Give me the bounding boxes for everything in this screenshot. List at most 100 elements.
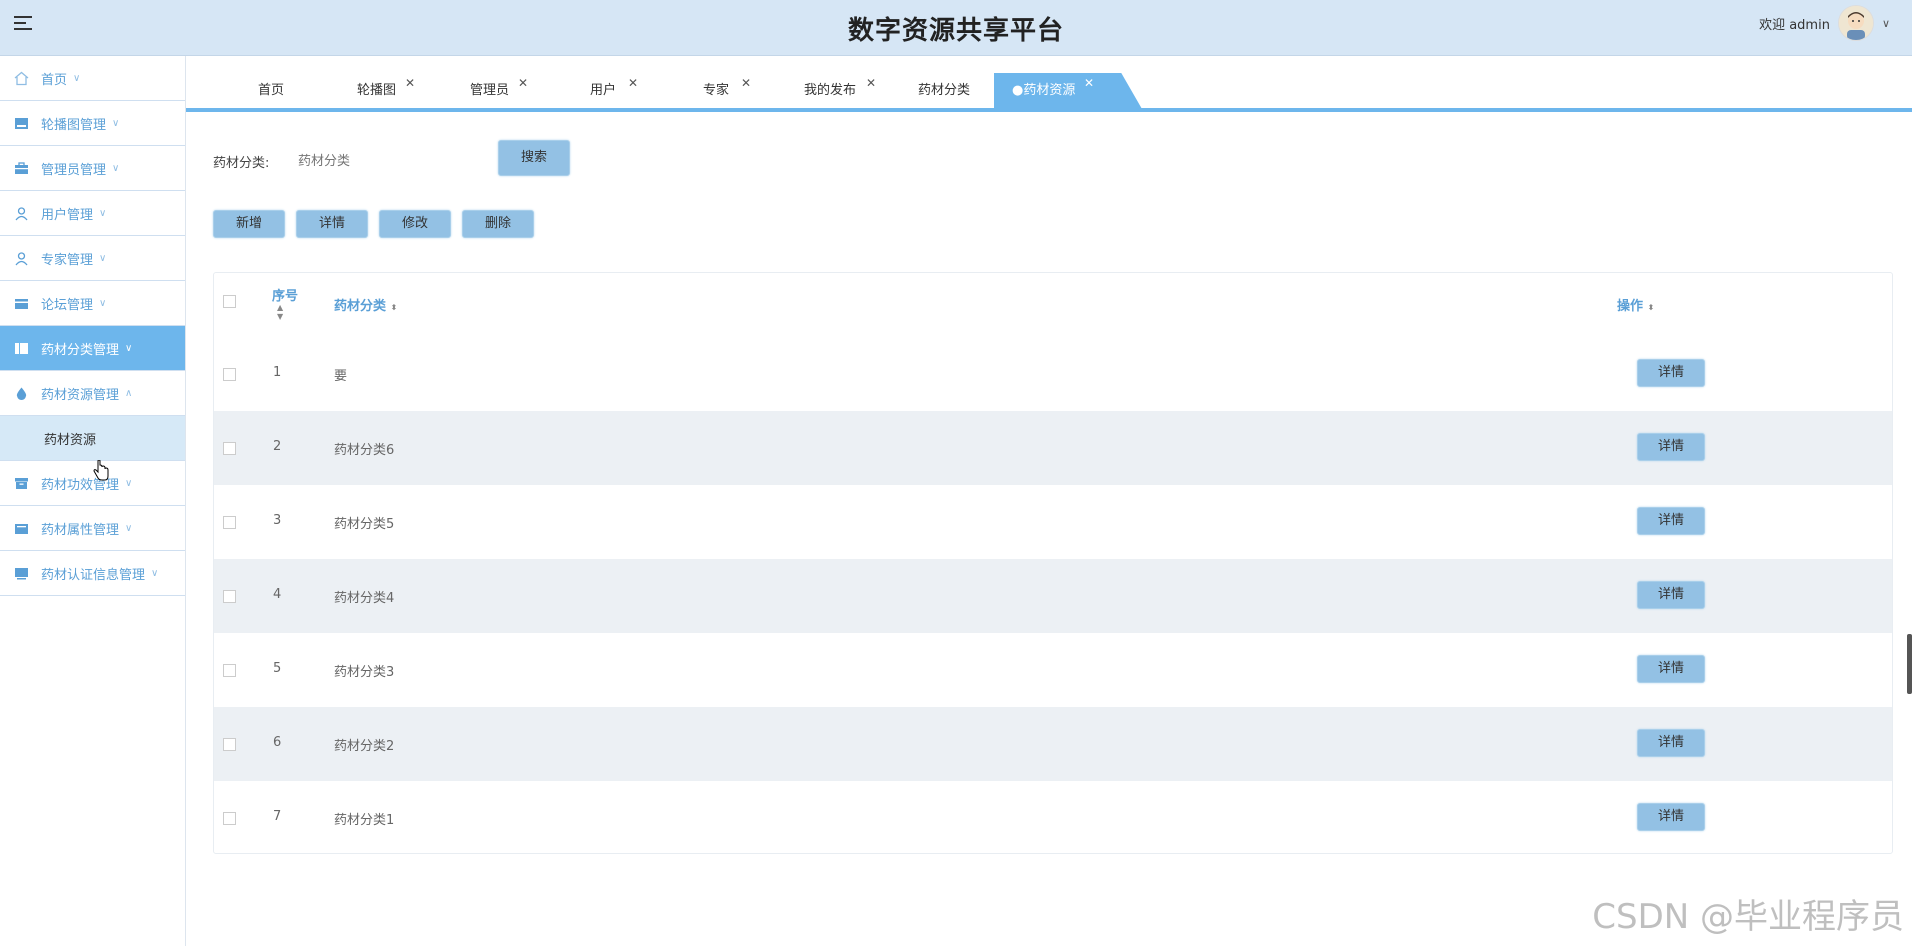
header-index[interactable]: 序号 xyxy=(272,285,298,304)
chevron-down-icon: ∨ xyxy=(151,567,159,579)
header-index-label: 序号 xyxy=(272,289,299,304)
app-title: 数字资源共享平台 xyxy=(847,16,1064,46)
table-header: 序号 ▲ ▼ 药材分类 ⬍ 操作 ⬍ xyxy=(214,273,1892,337)
scrollbar[interactable] xyxy=(1907,634,1912,694)
tab-experts[interactable]: 专家 ✕ xyxy=(703,73,751,109)
sidebar-subitem-label: 药材资源 xyxy=(44,432,97,448)
drop-icon xyxy=(14,386,29,401)
pointer-cursor-icon xyxy=(93,459,109,486)
table-row: 5 药材分类3 详情 xyxy=(214,633,1892,707)
cell-index: 7 xyxy=(273,809,282,824)
sidebar-item-label: 专家管理 xyxy=(41,252,94,268)
row-checkbox[interactable] xyxy=(223,664,236,677)
sidebar-item-admins[interactable]: 管理员管理 ∨ xyxy=(0,146,185,191)
delete-button[interactable]: 删除 xyxy=(462,210,534,238)
chevron-down-icon: ∨ xyxy=(125,477,133,489)
close-icon[interactable]: ✕ xyxy=(518,65,528,101)
tab-my-posts[interactable]: 我的发布 ✕ xyxy=(804,73,876,109)
search-input[interactable] xyxy=(296,144,480,178)
search-button[interactable]: 搜索 xyxy=(498,140,570,176)
row-detail-button[interactable]: 详情 xyxy=(1637,433,1705,461)
detail-button[interactable]: 详情 xyxy=(296,210,368,238)
cell-category: 药材分类6 xyxy=(334,443,395,458)
row-detail-button[interactable]: 详情 xyxy=(1637,655,1705,683)
sort-icon: ⬍ xyxy=(1647,303,1655,312)
chevron-down-icon: ∨ xyxy=(99,252,107,264)
select-all-checkbox[interactable] xyxy=(223,295,236,308)
monitor-icon xyxy=(14,566,29,581)
cell-index: 5 xyxy=(273,661,282,676)
cell-category: 药材分类2 xyxy=(334,739,395,754)
sidebar-item-herb-resource[interactable]: 药材资源管理 ∧ xyxy=(0,371,185,416)
chevron-down-icon: ∨ xyxy=(112,117,120,129)
card-icon xyxy=(14,296,29,311)
tab-herb-category[interactable]: 药材分类 xyxy=(918,73,970,109)
sort-icon[interactable]: ▲ ▼ xyxy=(277,303,283,321)
tab-bar: 首页 轮播图 ✕ 管理员 ✕ 用户 ✕ 专家 ✕ 我的发布 ✕ 药材分类 ●药材资源 ✕ xyxy=(186,56,1912,111)
row-checkbox[interactable] xyxy=(223,590,236,603)
cell-category: 要 xyxy=(334,369,348,384)
welcome-text: 欢迎 admin xyxy=(1759,17,1830,33)
header-category[interactable]: 药材分类 ⬍ xyxy=(334,295,398,314)
edit-button[interactable]: 修改 xyxy=(379,210,451,238)
sidebar-item-home[interactable]: 首页 ∨ xyxy=(0,56,185,101)
sidebar-item-label: 药材资源管理 xyxy=(41,387,120,403)
tab-label: 用户 xyxy=(590,83,617,98)
add-button[interactable]: 新增 xyxy=(213,210,285,238)
cell-index: 3 xyxy=(273,513,282,528)
user-menu[interactable]: 欢迎 admin ∨ xyxy=(1759,5,1890,41)
row-checkbox[interactable] xyxy=(223,738,236,751)
row-detail-button[interactable]: 详情 xyxy=(1637,507,1705,535)
close-icon[interactable]: ✕ xyxy=(405,65,415,101)
tab-users[interactable]: 用户 ✕ xyxy=(590,73,638,109)
sidebar-item-carousel[interactable]: 轮播图管理 ∨ xyxy=(0,101,185,146)
row-detail-button[interactable]: 详情 xyxy=(1637,581,1705,609)
header-ops-label: 操作 xyxy=(1617,299,1644,314)
tab-label: ●药材资源 xyxy=(1012,83,1076,98)
sidebar-item-label: 药材认证信息管理 xyxy=(41,567,146,583)
row-detail-button[interactable]: 详情 xyxy=(1637,803,1705,831)
sidebar: 首页 ∨ 轮播图管理 ∨ 管理员管理 ∨ 用户管理 ∨ 专家管理 ∨ 论坛管理 ∨ 药材分类… xyxy=(0,56,186,946)
sidebar-subitem-herb-resource[interactable]: 药材资源 xyxy=(0,416,185,461)
row-checkbox[interactable] xyxy=(223,516,236,529)
sort-icon: ⬍ xyxy=(390,303,398,312)
cell-category: 药材分类3 xyxy=(334,665,395,680)
table-row: 1 要 详情 xyxy=(214,337,1892,411)
chevron-down-icon: ∨ xyxy=(99,207,107,219)
sidebar-item-herb-attribute[interactable]: 药材属性管理 ∨ xyxy=(0,506,185,551)
row-checkbox[interactable] xyxy=(223,442,236,455)
tab-label: 专家 xyxy=(703,83,730,98)
row-detail-button[interactable]: 详情 xyxy=(1637,359,1705,387)
tab-carousel[interactable]: 轮播图 ✕ xyxy=(357,73,415,109)
user-icon xyxy=(14,251,29,266)
row-detail-button[interactable]: 详情 xyxy=(1637,729,1705,757)
tab-admins[interactable]: 管理员 ✕ xyxy=(470,73,528,109)
sidebar-item-herb-certification[interactable]: 药材认证信息管理 ∨ xyxy=(0,551,185,596)
row-checkbox[interactable] xyxy=(223,368,236,381)
cell-index: 4 xyxy=(273,587,282,602)
header-operations[interactable]: 操作 ⬍ xyxy=(1617,295,1655,314)
tab-herb-resource[interactable]: ●药材资源 ✕ xyxy=(994,73,1142,109)
sidebar-item-users[interactable]: 用户管理 ∨ xyxy=(0,191,185,236)
sidebar-item-herb-category[interactable]: 药材分类管理 ∨ xyxy=(0,326,185,371)
avatar[interactable] xyxy=(1837,5,1874,41)
chevron-down-icon: ∨ xyxy=(99,297,107,309)
image-icon xyxy=(14,116,29,131)
sidebar-item-forum[interactable]: 论坛管理 ∨ xyxy=(0,281,185,326)
home-icon xyxy=(14,71,29,86)
cell-category: 药材分类1 xyxy=(334,813,395,828)
close-icon[interactable]: ✕ xyxy=(866,65,876,101)
row-checkbox[interactable] xyxy=(223,812,236,825)
cell-category: 药材分类5 xyxy=(334,517,395,532)
columns-icon xyxy=(14,341,29,356)
close-icon[interactable]: ✕ xyxy=(1084,73,1094,101)
close-icon[interactable]: ✕ xyxy=(628,65,638,101)
close-icon[interactable]: ✕ xyxy=(741,65,751,101)
user-icon xyxy=(14,206,29,221)
chevron-down-icon[interactable]: ∨ xyxy=(1882,17,1890,30)
table-row: 7 药材分类1 详情 xyxy=(214,781,1892,855)
chevron-down-icon: ∨ xyxy=(125,522,133,534)
tab-home[interactable]: 首页 xyxy=(258,73,284,109)
chevron-down-icon: ∨ xyxy=(73,72,81,84)
sidebar-item-experts[interactable]: 专家管理 ∨ xyxy=(0,236,185,281)
